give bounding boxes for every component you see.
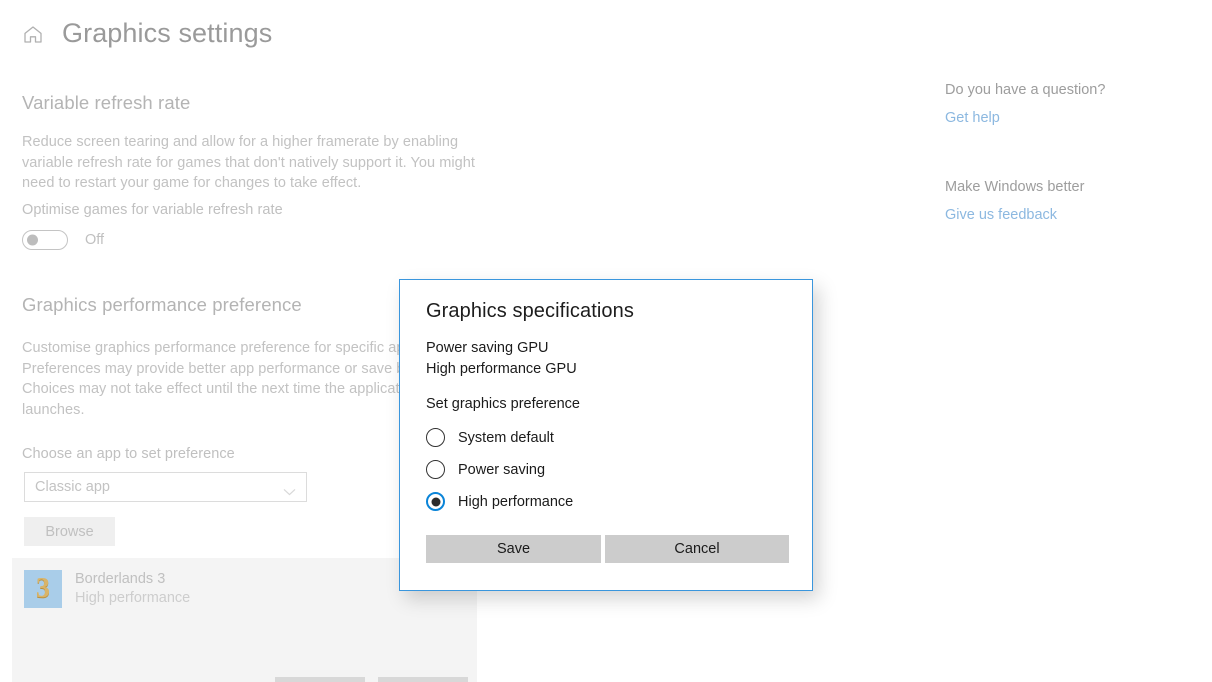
vrr-section-heading: Variable refresh rate [22, 92, 191, 113]
graphics-settings-page: Graphics settings Variable refresh rate … [0, 0, 1212, 682]
home-icon[interactable] [22, 23, 44, 45]
toggle-state-label: Off [85, 232, 105, 248]
get-help-link[interactable]: Get help [945, 110, 1000, 126]
app-icon: 3 [24, 570, 62, 608]
app-text-block: Borderlands 3 High performance [75, 570, 190, 608]
cancel-button[interactable]: Cancel [605, 535, 789, 563]
radio-icon [426, 460, 445, 479]
set-preference-heading: Set graphics preference [426, 396, 580, 412]
radio-label: High performance [458, 493, 574, 510]
radio-label: System default [458, 429, 554, 446]
page-title: Graphics settings [62, 18, 273, 48]
radio-label: Power saving [458, 461, 546, 478]
list-item[interactable]: 3 Borderlands 3 High performance [24, 570, 190, 608]
app-chooser-label: Choose an app to set preference [22, 446, 235, 462]
radio-option-system-default[interactable]: System default [426, 428, 554, 447]
app-name: Borderlands 3 [75, 571, 166, 587]
app-remove-button[interactable] [378, 677, 468, 682]
optimise-games-toggle[interactable] [22, 230, 68, 250]
graphics-specifications-dialog: Graphics specifications Power saving GPU… [399, 279, 813, 591]
save-button[interactable]: Save [426, 535, 601, 563]
power-saving-gpu-label: Power saving GPU [426, 340, 549, 356]
radio-option-power-saving[interactable]: Power saving [426, 460, 545, 479]
performance-section-heading: Graphics performance preference [22, 294, 302, 315]
dialog-title: Graphics specifications [426, 300, 634, 322]
vrr-toggle-row: Off [22, 230, 104, 250]
app-icon-glyph: 3 [36, 573, 50, 604]
radio-icon-selected [426, 492, 445, 511]
radio-option-high-performance[interactable]: High performance [426, 492, 573, 511]
chevron-down-icon [283, 483, 296, 496]
give-feedback-link[interactable]: Give us feedback [945, 207, 1057, 223]
feedback-heading: Make Windows better [945, 179, 1085, 195]
help-heading: Do you have a question? [945, 82, 1106, 98]
app-options-button[interactable] [275, 677, 365, 682]
app-type-value: Classic app [35, 479, 110, 495]
high-performance-gpu-label: High performance GPU [426, 361, 577, 377]
page-header: Graphics settings [22, 20, 272, 47]
vrr-description: Reduce screen tearing and allow for a hi… [22, 134, 475, 191]
vrr-toggle-label: Optimise games for variable refresh rate [22, 202, 283, 218]
app-type-dropdown[interactable]: Classic app [24, 472, 307, 502]
radio-icon [426, 428, 445, 447]
browse-button[interactable]: Browse [24, 517, 115, 546]
app-preference-value: High performance [75, 590, 191, 606]
toggle-knob [27, 234, 38, 246]
